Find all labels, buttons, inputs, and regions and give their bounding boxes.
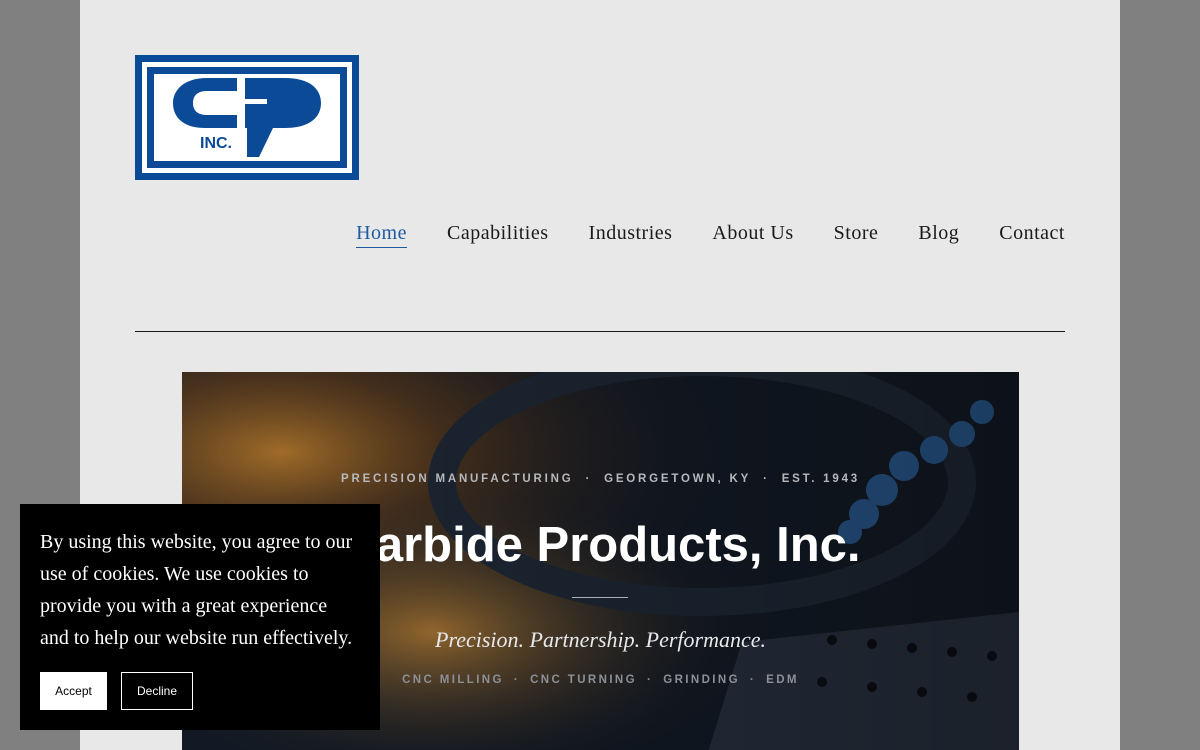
eyebrow-item: PRECISION MANUFACTURING (341, 473, 574, 485)
hero-eyebrow: PRECISION MANUFACTURING · GEORGETOWN, KY · E… (182, 473, 1019, 485)
cp-logo-icon: INC. (135, 55, 359, 180)
service-item: CNC TURNING (530, 674, 637, 686)
hero-divider (572, 597, 628, 598)
accept-cookies-button[interactable]: Accept (40, 672, 107, 710)
nav-item-capabilities[interactable]: Capabilities (447, 222, 549, 248)
eyebrow-item: GEORGETOWN, KY (604, 473, 752, 485)
service-item: GRINDING (663, 674, 740, 686)
company-logo[interactable]: INC. (135, 55, 359, 180)
service-separator: · (513, 674, 521, 686)
cookie-banner: By using this website, you agree to our … (20, 504, 380, 730)
service-item: EDM (766, 674, 799, 686)
eyebrow-separator: · (585, 473, 593, 485)
main-nav: Home Capabilities Industries About Us St… (356, 222, 1065, 248)
eyebrow-item: EST. 1943 (781, 473, 860, 485)
decline-cookies-button[interactable]: Decline (121, 672, 193, 710)
cookie-actions: Accept Decline (40, 672, 193, 710)
eyebrow-separator: · (763, 473, 770, 485)
nav-item-industries[interactable]: Industries (589, 222, 673, 248)
nav-item-store[interactable]: Store (834, 222, 879, 248)
nav-item-home[interactable]: Home (356, 222, 407, 248)
service-item: CNC MILLING (402, 674, 504, 686)
nav-item-blog[interactable]: Blog (918, 222, 959, 248)
cookie-message: By using this website, you agree to our … (40, 531, 353, 649)
nav-item-contact[interactable]: Contact (999, 222, 1065, 248)
header-divider (135, 331, 1065, 332)
svg-text:INC.: INC. (200, 135, 232, 152)
service-separator: · (749, 674, 757, 686)
nav-item-about-us[interactable]: About Us (712, 222, 793, 248)
service-separator: · (646, 674, 654, 686)
